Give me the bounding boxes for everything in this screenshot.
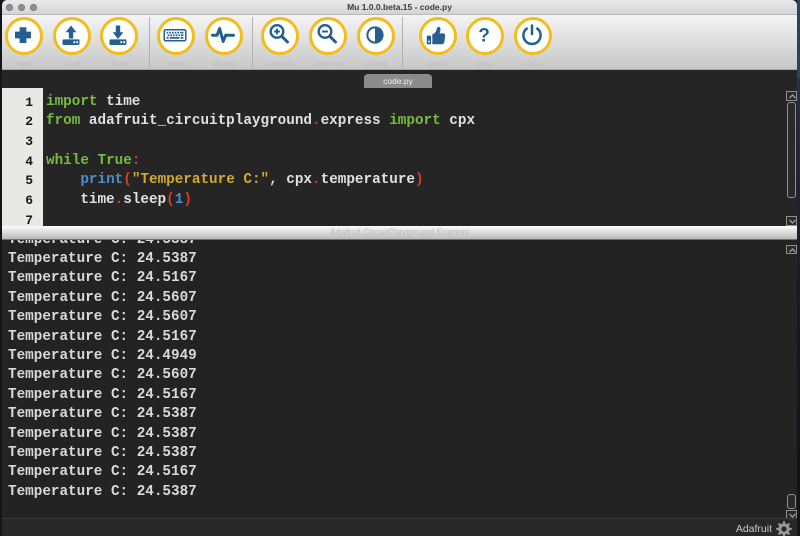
svg-text:?: ? [478,26,490,47]
